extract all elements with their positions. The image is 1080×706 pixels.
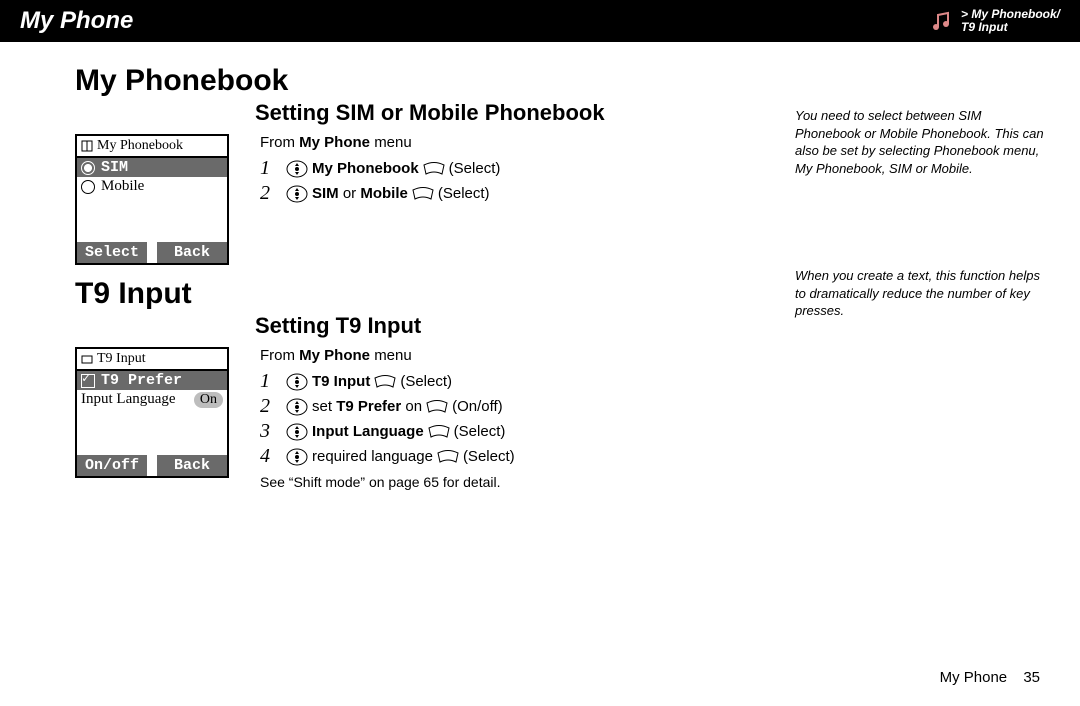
select-key-icon <box>423 160 445 178</box>
t9-footnote: See “Shift mode” on page 65 for detail. <box>260 474 775 490</box>
softkey-left[interactable]: On/off <box>77 455 147 476</box>
step-label: Input Language <box>312 423 424 440</box>
list-item-t9prefer[interactable]: T9 Prefer <box>77 371 227 390</box>
header-breadcrumb: > My Phonebook/ T9 Input <box>961 8 1060 34</box>
subsection-t9: Setting T9 Input <box>255 313 775 339</box>
phone-list: SIM Mobile <box>77 158 227 242</box>
step-paren: (Select) <box>438 185 490 202</box>
list-label: Input Language <box>81 391 176 408</box>
phone-list: T9 Prefer Input Language On <box>77 371 227 455</box>
step-row: 2 set T9 Prefer on (On/off) <box>260 395 775 418</box>
step-bold: T9 Prefer <box>336 398 401 415</box>
select-key-icon <box>437 448 459 466</box>
step-row: 1 T9 Input (Select) <box>260 370 775 393</box>
step-bold2: Mobile <box>360 185 408 202</box>
step-number: 2 <box>260 182 282 205</box>
step-mid: or <box>339 185 361 202</box>
list-label: Mobile <box>101 178 144 195</box>
toggle-pill: On <box>194 392 223 408</box>
from-line: From My Phone menu <box>260 347 775 364</box>
step-label: My Phonebook <box>312 160 419 177</box>
keyboard-icon <box>81 353 93 365</box>
step-label: T9 Input <box>312 373 370 390</box>
step-row: 4 required language (Select) <box>260 445 775 468</box>
softkeys: On/off Back <box>77 455 227 476</box>
softkeys: Select Back <box>77 242 227 263</box>
step-number: 4 <box>260 445 282 468</box>
step-pre: set <box>312 398 336 415</box>
step-pre: required language <box>312 448 433 465</box>
checkbox-icon <box>81 374 95 388</box>
phone-title-text: My Phonebook <box>97 138 183 154</box>
music-note-icon <box>929 9 953 33</box>
phone-title-text: T9 Input <box>97 351 146 367</box>
step-paren: (On/off) <box>452 398 503 415</box>
step-tail: on <box>401 398 422 415</box>
sidebar-notes: You need to select between SIM Phonebook… <box>795 52 1050 498</box>
book-icon <box>81 140 93 152</box>
list-item-mobile[interactable]: Mobile <box>77 177 227 196</box>
phone-screen-phonebook: My Phonebook SIM Mobile Select <box>75 134 229 265</box>
softkey-right[interactable]: Back <box>157 242 227 263</box>
softkey-left[interactable]: Select <box>77 242 147 263</box>
dpad-icon <box>286 423 308 441</box>
list-item-input-lang[interactable]: Input Language On <box>77 390 227 409</box>
header-right: > My Phonebook/ T9 Input <box>929 8 1060 34</box>
section-phonebook-heading: My Phonebook <box>75 64 775 98</box>
step-row: 1 My Phonebook (Select) <box>260 157 775 180</box>
sidebar-phonebook-note: You need to select between SIM Phonebook… <box>795 107 1050 177</box>
subsection-sim-mobile: Setting SIM or Mobile Phonebook <box>255 100 775 126</box>
sidebar-t9-note: When you create a text, this function he… <box>795 267 1050 320</box>
step-number: 2 <box>260 395 282 418</box>
page-footer: My Phone 35 <box>940 669 1040 686</box>
radio-icon <box>81 161 95 175</box>
section-t9-heading: T9 Input <box>75 277 775 311</box>
header-title: My Phone <box>20 7 929 35</box>
dpad-icon <box>286 398 308 416</box>
steps-t9: 1 T9 Input (Select) 2 set T9 Prefer on <box>260 370 775 468</box>
step-paren: (Select) <box>454 423 506 440</box>
list-item-sim[interactable]: SIM <box>77 158 227 177</box>
header-bar: My Phone > My Phonebook/ T9 Input <box>0 0 1080 42</box>
step-number: 3 <box>260 420 282 443</box>
steps-phonebook: 1 My Phonebook (Select) 2 SIM or Mobile <box>260 157 775 205</box>
step-paren: (Select) <box>449 160 501 177</box>
footer-label: My Phone <box>940 669 1008 686</box>
phone-screen-t9: T9 Input T9 Prefer Input Language On <box>75 347 229 478</box>
select-key-icon <box>374 373 396 391</box>
from-line: From My Phone menu <box>260 134 775 151</box>
select-key-icon <box>426 398 448 416</box>
footer-page-number: 35 <box>1023 669 1040 686</box>
radio-icon <box>81 180 95 194</box>
list-label: SIM <box>101 159 128 176</box>
dpad-icon <box>286 373 308 391</box>
list-label: T9 Prefer <box>101 372 182 389</box>
step-number: 1 <box>260 157 282 180</box>
softkey-right[interactable]: Back <box>157 455 227 476</box>
dpad-icon <box>286 448 308 466</box>
dpad-icon <box>286 185 308 203</box>
step-paren: (Select) <box>400 373 452 390</box>
phone-screen-title: T9 Input <box>77 349 227 371</box>
step-number: 1 <box>260 370 282 393</box>
select-key-icon <box>412 185 434 203</box>
breadcrumb-line2: T9 Input <box>961 21 1060 34</box>
step-paren: (Select) <box>463 448 515 465</box>
step-bold1: SIM <box>312 185 339 202</box>
select-key-icon <box>428 423 450 441</box>
dpad-icon <box>286 160 308 178</box>
step-row: 3 Input Language (Select) <box>260 420 775 443</box>
step-row: 2 SIM or Mobile (Select) <box>260 182 775 205</box>
phone-screen-title: My Phonebook <box>77 136 227 158</box>
